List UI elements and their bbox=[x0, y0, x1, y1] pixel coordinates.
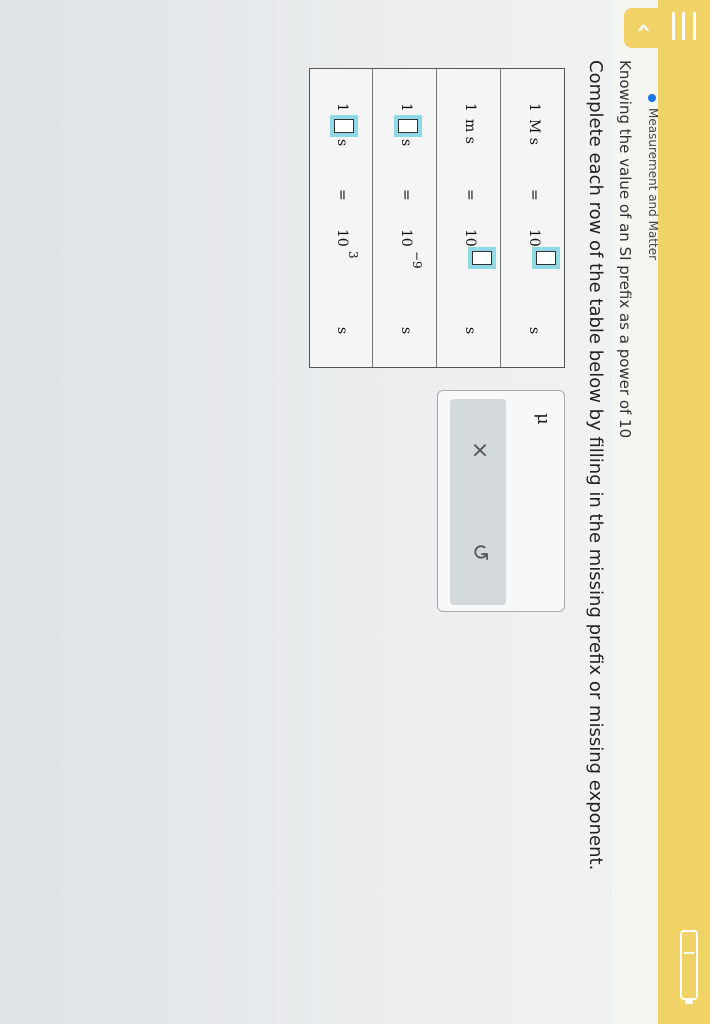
micro-prefix-button[interactable]: μ bbox=[533, 413, 554, 425]
topic-title: Measurement and Matter bbox=[646, 108, 660, 261]
lhs-number: 1 bbox=[526, 103, 542, 112]
rhs-unit: s bbox=[334, 327, 350, 335]
power-base: 10 bbox=[462, 229, 478, 247]
lhs-unit: s bbox=[398, 139, 414, 147]
table-row: 1 M s = 10 s bbox=[500, 69, 564, 367]
rhs-unit: s bbox=[398, 327, 414, 335]
table-row: 1 m s = 10 s bbox=[436, 69, 500, 367]
lhs-number: 1 bbox=[398, 103, 414, 112]
screen: ‹ Measurement and Matter Knowing the val… bbox=[0, 0, 710, 1024]
lhs-number: 1 bbox=[334, 103, 350, 112]
power-exponent: 3 bbox=[346, 251, 360, 259]
exponent-input[interactable] bbox=[530, 248, 562, 268]
equals-sign: = bbox=[334, 189, 350, 201]
undo-icon[interactable]: ↺ bbox=[467, 543, 492, 561]
power-exponent: −9 bbox=[410, 251, 424, 269]
equals-sign: = bbox=[462, 189, 478, 201]
topic-status-dot-icon bbox=[648, 94, 656, 102]
rhs-unit: s bbox=[462, 327, 478, 335]
lhs-number: 1 bbox=[462, 103, 478, 112]
prefix-input[interactable] bbox=[392, 116, 424, 136]
power-base: 10 bbox=[526, 229, 542, 247]
prefix-input[interactable] bbox=[328, 116, 360, 136]
answer-palette: μ × ↺ bbox=[437, 390, 565, 612]
lhs-unit: M s bbox=[526, 119, 542, 145]
lhs-unit: s bbox=[334, 139, 350, 147]
top-bar bbox=[658, 0, 710, 1024]
power-base: 10 bbox=[334, 229, 350, 247]
lesson-title: Knowing the value of an SI prefix as a p… bbox=[616, 60, 634, 439]
palette-actions: × ↺ bbox=[450, 399, 506, 605]
battery-tip bbox=[685, 1000, 693, 1004]
lhs-unit: m s bbox=[462, 119, 478, 144]
back-chevron-icon[interactable]: ‹ bbox=[624, 8, 664, 48]
table-row: 1 s = 10 3 s bbox=[308, 69, 372, 367]
prefix-table: 1 M s = 10 s 1 m s = 10 s 1 s = 10 −9 s bbox=[309, 68, 565, 368]
equals-sign: = bbox=[398, 189, 414, 201]
exponent-input[interactable] bbox=[466, 248, 498, 268]
rhs-unit: s bbox=[526, 327, 542, 335]
equals-sign: = bbox=[526, 189, 542, 201]
power-base: 10 bbox=[398, 229, 414, 247]
battery-icon bbox=[680, 930, 698, 1000]
menu-icon[interactable] bbox=[672, 12, 696, 40]
table-row: 1 s = 10 −9 s bbox=[372, 69, 436, 367]
question-instruction: Complete each row of the table below by … bbox=[585, 60, 606, 871]
clear-icon[interactable]: × bbox=[467, 441, 492, 459]
